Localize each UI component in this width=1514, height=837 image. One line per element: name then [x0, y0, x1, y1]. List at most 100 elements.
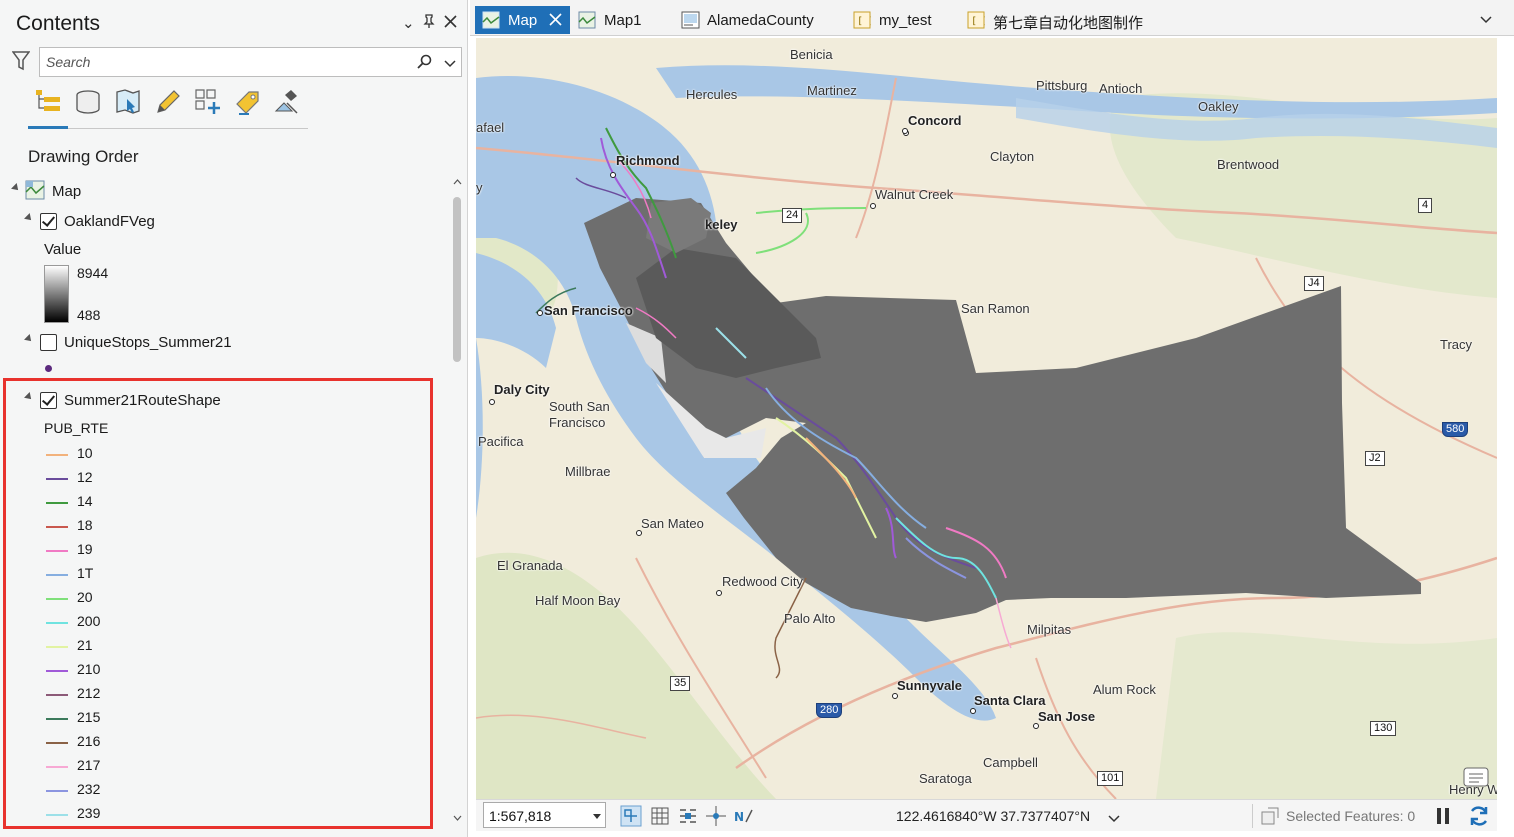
- tab-chapter7-notebook[interactable]: [ ] 第七章自动化地图制作: [967, 6, 1157, 34]
- search-icon[interactable]: [417, 54, 433, 75]
- place-label: Francisco: [549, 415, 606, 430]
- refresh-icon[interactable]: [1467, 804, 1491, 828]
- search-input[interactable]: [46, 54, 406, 70]
- tab-map[interactable]: Map: [475, 6, 570, 34]
- legend-line-swatch: [46, 742, 68, 744]
- list-by-snapping-icon[interactable]: [193, 87, 223, 117]
- place-label: San Francisco: [544, 303, 633, 318]
- pin-icon[interactable]: [423, 14, 435, 32]
- stop-point-symbol: [45, 365, 52, 372]
- highway-shield: 580: [1442, 422, 1469, 437]
- contents-scrollbar[interactable]: [450, 175, 464, 830]
- legend-label: 200: [77, 613, 101, 629]
- fixed-zoom-icon[interactable]: [619, 804, 643, 828]
- place-label: San Jose: [1038, 709, 1096, 724]
- scale-selector[interactable]: 1:567,818: [483, 802, 606, 828]
- pane-options-chevron-icon[interactable]: ⌄: [402, 14, 415, 32]
- stretch-ramp-swatch: [44, 265, 69, 323]
- legend-line-swatch: [46, 526, 68, 528]
- north-arrow-icon[interactable]: N: [732, 804, 756, 828]
- legend-label: 215: [77, 709, 101, 725]
- list-by-labeling-icon[interactable]: [233, 87, 263, 117]
- place-label: Benicia: [790, 47, 833, 62]
- place-label: Walnut Creek: [875, 187, 954, 202]
- oaklandfveg-expander-icon[interactable]: [24, 213, 34, 223]
- selected-features-count[interactable]: Selected Features: 0: [1286, 808, 1415, 824]
- routeshape-visibility-checkbox[interactable]: [40, 392, 57, 409]
- scale-value: 1:567,818: [489, 808, 552, 824]
- stretch-low-value: 488: [77, 307, 101, 323]
- search-options-chevron-icon[interactable]: [444, 56, 456, 74]
- list-by-selection-icon[interactable]: [113, 87, 143, 117]
- oaklandfveg-visibility-checkbox[interactable]: [40, 213, 57, 230]
- legend-label: 210: [77, 661, 101, 677]
- legend-label: 12: [77, 469, 93, 485]
- oaklandfveg-field-label: Value: [44, 241, 82, 258]
- svg-text:[ ]: [ ]: [857, 16, 871, 27]
- filter-icon[interactable]: [11, 51, 31, 76]
- coordinate-readout: 122.4616840°W 37.7377407°N: [896, 808, 1091, 824]
- tab-list-chevron-icon[interactable]: [1480, 12, 1492, 30]
- place-label: Redwood City: [722, 574, 803, 589]
- layer-tree: Map OaklandFVeg Value 8944 488 UniqueSto…: [0, 175, 446, 830]
- legend-line-swatch: [46, 598, 68, 600]
- routeshape-layer-label[interactable]: Summer21RouteShape: [64, 392, 221, 409]
- scale-dropdown-arrow-icon[interactable]: [593, 814, 601, 819]
- legend-label: 10: [77, 445, 93, 461]
- place-label: Half Moon Bay: [535, 593, 621, 608]
- legend-label: 239: [77, 805, 101, 821]
- list-by-editing-icon[interactable]: [153, 87, 183, 117]
- legend-line-swatch: [46, 766, 68, 768]
- list-by-source-icon[interactable]: [73, 87, 103, 117]
- legend-label: 18: [77, 517, 93, 533]
- search-box[interactable]: [39, 47, 462, 77]
- legend-label: 212: [77, 685, 101, 701]
- contents-pane: Contents ⌄ Drawing Order: [0, 0, 468, 837]
- place-label: Campbell: [983, 755, 1038, 770]
- list-by-drawing-order-icon[interactable]: [33, 87, 63, 117]
- tab-alamedacounty[interactable]: AlamedaCounty: [680, 6, 830, 34]
- tab-map1[interactable]: Map1: [576, 6, 666, 34]
- place-label: Saratoga: [919, 771, 972, 786]
- uniquestops-visibility-checkbox[interactable]: [40, 334, 57, 351]
- place-label: y: [476, 180, 483, 195]
- snapping-icon[interactable]: [676, 804, 700, 828]
- contents-title: Contents: [16, 12, 101, 35]
- status-divider: [1252, 804, 1253, 828]
- uniquestops-expander-icon[interactable]: [24, 334, 34, 344]
- active-view-indicator: [28, 126, 68, 129]
- list-by-perspective-imagery-icon[interactable]: [273, 87, 303, 117]
- scrollbar-thumb[interactable]: [453, 197, 461, 362]
- close-icon[interactable]: [444, 15, 457, 32]
- place-label: Brentwood: [1217, 157, 1280, 172]
- measure-icon[interactable]: [704, 804, 728, 828]
- uniquestops-layer-label[interactable]: UniqueStops_Summer21: [64, 334, 232, 351]
- oaklandfveg-layer-label[interactable]: OaklandFVeg: [64, 213, 155, 230]
- place-label: Pittsburg: [1036, 78, 1088, 93]
- close-tab-icon[interactable]: [549, 13, 562, 30]
- legend-line-swatch: [46, 502, 68, 504]
- svg-text:N: N: [734, 810, 744, 824]
- legend-line-swatch: [46, 646, 68, 648]
- highway-shield: 24: [782, 208, 803, 223]
- map-node-label[interactable]: Map: [52, 183, 81, 200]
- grid-icon[interactable]: [648, 804, 672, 828]
- map-expander-icon[interactable]: [11, 183, 21, 193]
- pause-drawing-icon[interactable]: [1432, 804, 1456, 828]
- highway-shield: 280: [816, 703, 843, 718]
- highway-shield: 35: [670, 676, 691, 691]
- place-label: San Mateo: [641, 516, 704, 531]
- place-label: Millbrae: [565, 464, 611, 479]
- tab-my-test[interactable]: [ ] my_test: [853, 6, 943, 34]
- place-label: Milpitas: [1027, 622, 1072, 637]
- place-label: Hercules: [686, 87, 738, 102]
- selected-features-icon[interactable]: [1260, 806, 1280, 831]
- coordinate-format-chevron-icon[interactable]: [1108, 811, 1120, 829]
- routeshape-expander-icon[interactable]: [24, 392, 34, 402]
- legend-line-swatch: [46, 790, 68, 792]
- place-label: Alum Rock: [1093, 682, 1156, 697]
- place-label: South San: [549, 399, 610, 414]
- legend-label: 20: [77, 589, 93, 605]
- legend-label: 1T: [77, 565, 94, 581]
- map-view[interactable]: Benicia Hercules Martinez Pittsburg Antioch O…: [476, 38, 1497, 799]
